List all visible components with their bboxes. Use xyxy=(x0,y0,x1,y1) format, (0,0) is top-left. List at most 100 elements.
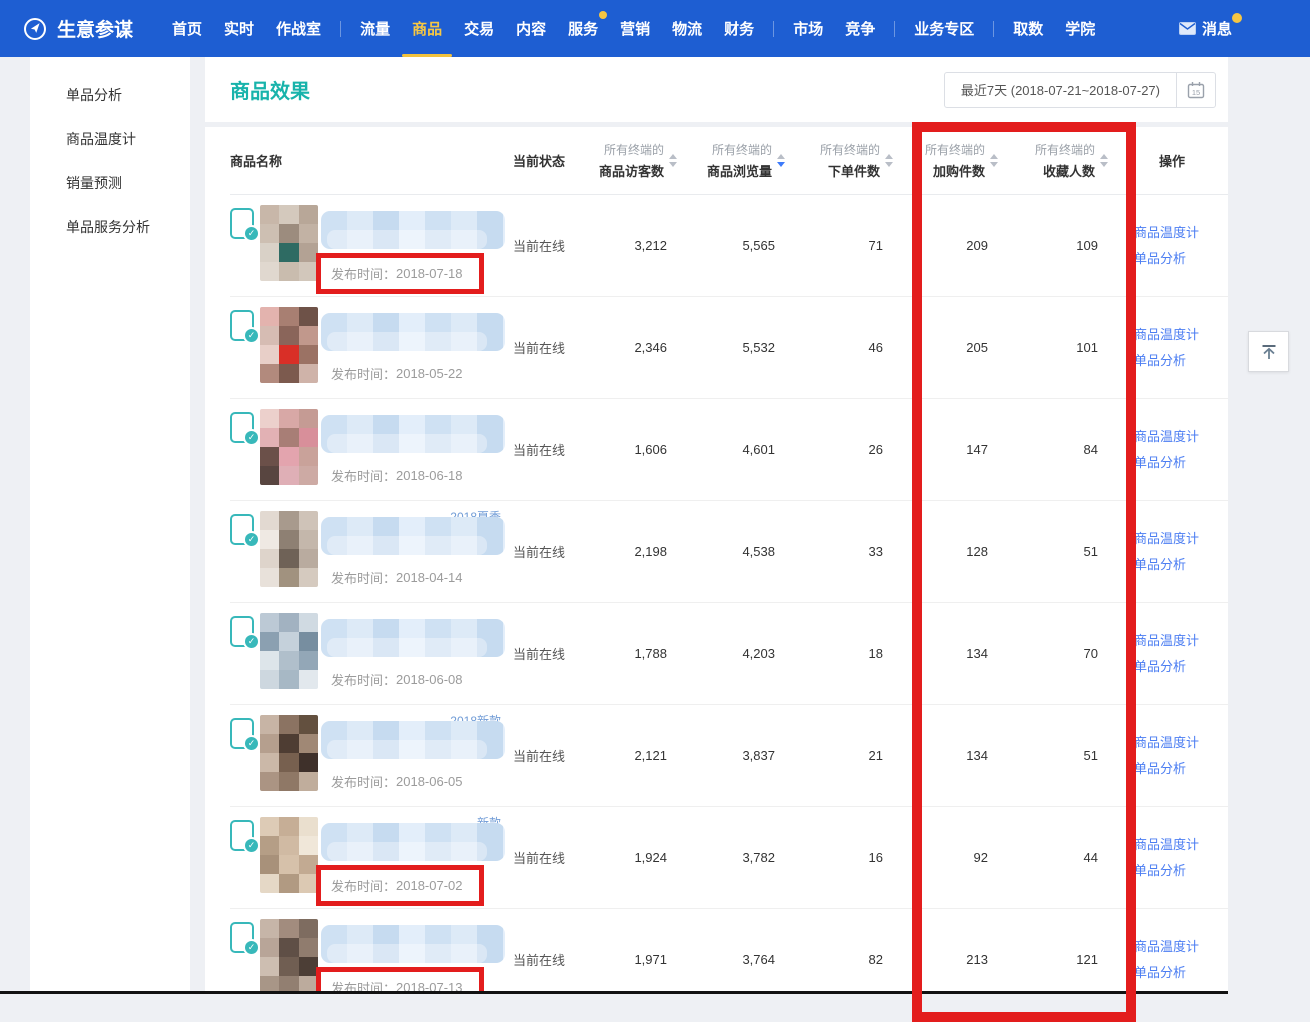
sort-caret-up-icon[interactable] xyxy=(990,154,998,159)
nav-item-16[interactable]: 业务专区 xyxy=(903,0,985,57)
mosaic-cell xyxy=(279,307,298,326)
publish-date: 发布时间：2018-06-08 xyxy=(331,670,463,689)
mosaic-cell xyxy=(279,511,298,530)
sort-caret-up-icon[interactable] xyxy=(669,154,677,159)
mosaic-cell xyxy=(260,670,279,689)
mosaic-cell xyxy=(279,753,298,772)
calendar-button[interactable]: 15 xyxy=(1176,73,1215,107)
views-cell: 3,782 xyxy=(685,850,793,865)
cart-adds-cell: 128 xyxy=(901,544,1006,559)
nav-item-0[interactable]: 首页 xyxy=(161,0,213,57)
back-to-top-icon xyxy=(1259,342,1279,362)
mosaic-cell xyxy=(299,224,318,243)
publish-date-value: 2018-04-14 xyxy=(396,570,463,585)
action-link-1[interactable]: 单品分析 xyxy=(1134,655,1228,678)
publish-date-value: 2018-06-08 xyxy=(396,672,463,687)
mosaic-cell xyxy=(260,447,279,466)
sidebar-item-2[interactable]: 销量预测 xyxy=(30,161,190,205)
publish-date: 发布时间：2018-05-22 xyxy=(331,364,463,383)
sort-control[interactable] xyxy=(990,154,998,167)
mosaic-cell xyxy=(279,613,298,632)
nav-item-11[interactable]: 财务 xyxy=(713,0,765,57)
nav-item-4[interactable]: 流量 xyxy=(349,0,401,57)
action-link-1[interactable]: 单品分析 xyxy=(1134,961,1228,984)
publish-date-label: 发布时间： xyxy=(331,670,396,689)
product-name-area: 发布时间：2018-06-08 xyxy=(321,613,505,690)
sort-caret-down-icon[interactable] xyxy=(777,162,785,167)
table-header: 商品名称当前状态所有终端的商品访客数所有终端的商品浏览量所有终端的下单件数所有终… xyxy=(230,127,1228,195)
nav-items: 首页实时作战室流量商品交易内容服务营销物流财务市场竞争业务专区取数学院 xyxy=(161,0,1106,57)
sort-control[interactable] xyxy=(777,154,785,167)
sort-caret-down-icon[interactable] xyxy=(885,162,893,167)
action-link-0[interactable]: 商品温度计 xyxy=(1134,221,1228,244)
publish-date-value: 2018-07-18 xyxy=(396,266,463,281)
orders-cell: 46 xyxy=(793,340,901,355)
publish-date-value: 2018-06-05 xyxy=(396,774,463,789)
nav-item-18[interactable]: 取数 xyxy=(1002,0,1054,57)
calendar-icon: 15 xyxy=(1186,80,1206,100)
action-link-0[interactable]: 商品温度计 xyxy=(1134,425,1228,448)
nav-item-14[interactable]: 竞争 xyxy=(834,0,886,57)
mosaic-cell xyxy=(299,734,318,753)
sort-caret-up-icon[interactable] xyxy=(777,154,785,159)
action-link-0[interactable]: 商品温度计 xyxy=(1134,323,1228,346)
back-to-top-button[interactable] xyxy=(1248,331,1289,372)
sort-caret-down-icon[interactable] xyxy=(669,162,677,167)
action-link-1[interactable]: 单品分析 xyxy=(1134,757,1228,780)
mosaic-cell xyxy=(299,632,318,651)
mosaic-cell xyxy=(260,364,279,383)
nav-item-2[interactable]: 作战室 xyxy=(265,0,332,57)
nav-item-5[interactable]: 商品 xyxy=(401,0,453,57)
mosaic-cell xyxy=(260,874,279,893)
action-link-1[interactable]: 单品分析 xyxy=(1134,553,1228,576)
action-link-0[interactable]: 商品温度计 xyxy=(1134,731,1228,754)
nav-item-1[interactable]: 实时 xyxy=(213,0,265,57)
product-name-blurred xyxy=(321,211,505,249)
date-range-value[interactable]: 最近7天 (2018-07-21~2018-07-27) xyxy=(945,73,1176,107)
table-row: 发布时间：2018-05-22当前在线2,3465,53246205101商品温… xyxy=(230,297,1228,399)
action-link-0[interactable]: 商品温度计 xyxy=(1134,935,1228,958)
mosaic-cell xyxy=(260,651,279,670)
publish-date-label: 发布时间： xyxy=(331,264,396,283)
sidebar-item-1[interactable]: 商品温度计 xyxy=(30,117,190,161)
nav-item-messages[interactable]: 消息 xyxy=(1179,18,1232,39)
action-link-1[interactable]: 单品分析 xyxy=(1134,859,1228,882)
nav-item-6[interactable]: 交易 xyxy=(453,0,505,57)
sidebar-item-3[interactable]: 单品服务分析 xyxy=(30,205,190,249)
favorites-cell: 101 xyxy=(1006,340,1116,355)
action-link-0[interactable]: 商品温度计 xyxy=(1134,629,1228,652)
favorites-cell: 109 xyxy=(1006,238,1116,253)
sort-caret-up-icon[interactable] xyxy=(1100,154,1108,159)
action-link-1[interactable]: 单品分析 xyxy=(1134,349,1228,372)
sort-caret-down-icon[interactable] xyxy=(1100,162,1108,167)
status-cell: 当前在线 xyxy=(505,644,577,663)
sort-caret-up-icon[interactable] xyxy=(885,154,893,159)
nav-item-19[interactable]: 学院 xyxy=(1054,0,1106,57)
mosaic-cell xyxy=(299,772,318,791)
product-image-blurred xyxy=(260,613,318,689)
product-name-cell: 发布时间：2018-07-18 xyxy=(230,195,505,294)
mosaic-cell xyxy=(260,530,279,549)
mosaic-cell xyxy=(260,224,279,243)
sort-control[interactable] xyxy=(669,154,677,167)
sort-caret-down-icon[interactable] xyxy=(990,162,998,167)
action-link-1[interactable]: 单品分析 xyxy=(1134,247,1228,270)
nav-item-9[interactable]: 营销 xyxy=(609,0,661,57)
sidebar-item-0[interactable]: 单品分析 xyxy=(30,73,190,117)
publish-date-highlight: 发布时间：2018-07-02 xyxy=(316,865,484,906)
column-header-metric: 所有终端的下单件数 xyxy=(793,141,901,180)
sort-control[interactable] xyxy=(1100,154,1108,167)
nav-item-10[interactable]: 物流 xyxy=(661,0,713,57)
action-link-0[interactable]: 商品温度计 xyxy=(1134,527,1228,550)
nav-item-13[interactable]: 市场 xyxy=(782,0,834,57)
action-link-1[interactable]: 单品分析 xyxy=(1134,451,1228,474)
nav-item-8[interactable]: 服务 xyxy=(557,0,609,57)
phone-online-icon xyxy=(230,922,254,953)
nav-item-7[interactable]: 内容 xyxy=(505,0,557,57)
brand[interactable]: 生意参谋 xyxy=(22,15,133,42)
column-header-label: 加购件数 xyxy=(925,161,985,180)
publish-date-value: 2018-06-18 xyxy=(396,468,463,483)
action-link-0[interactable]: 商品温度计 xyxy=(1134,833,1228,856)
sort-control[interactable] xyxy=(885,154,893,167)
orders-cell: 26 xyxy=(793,442,901,457)
